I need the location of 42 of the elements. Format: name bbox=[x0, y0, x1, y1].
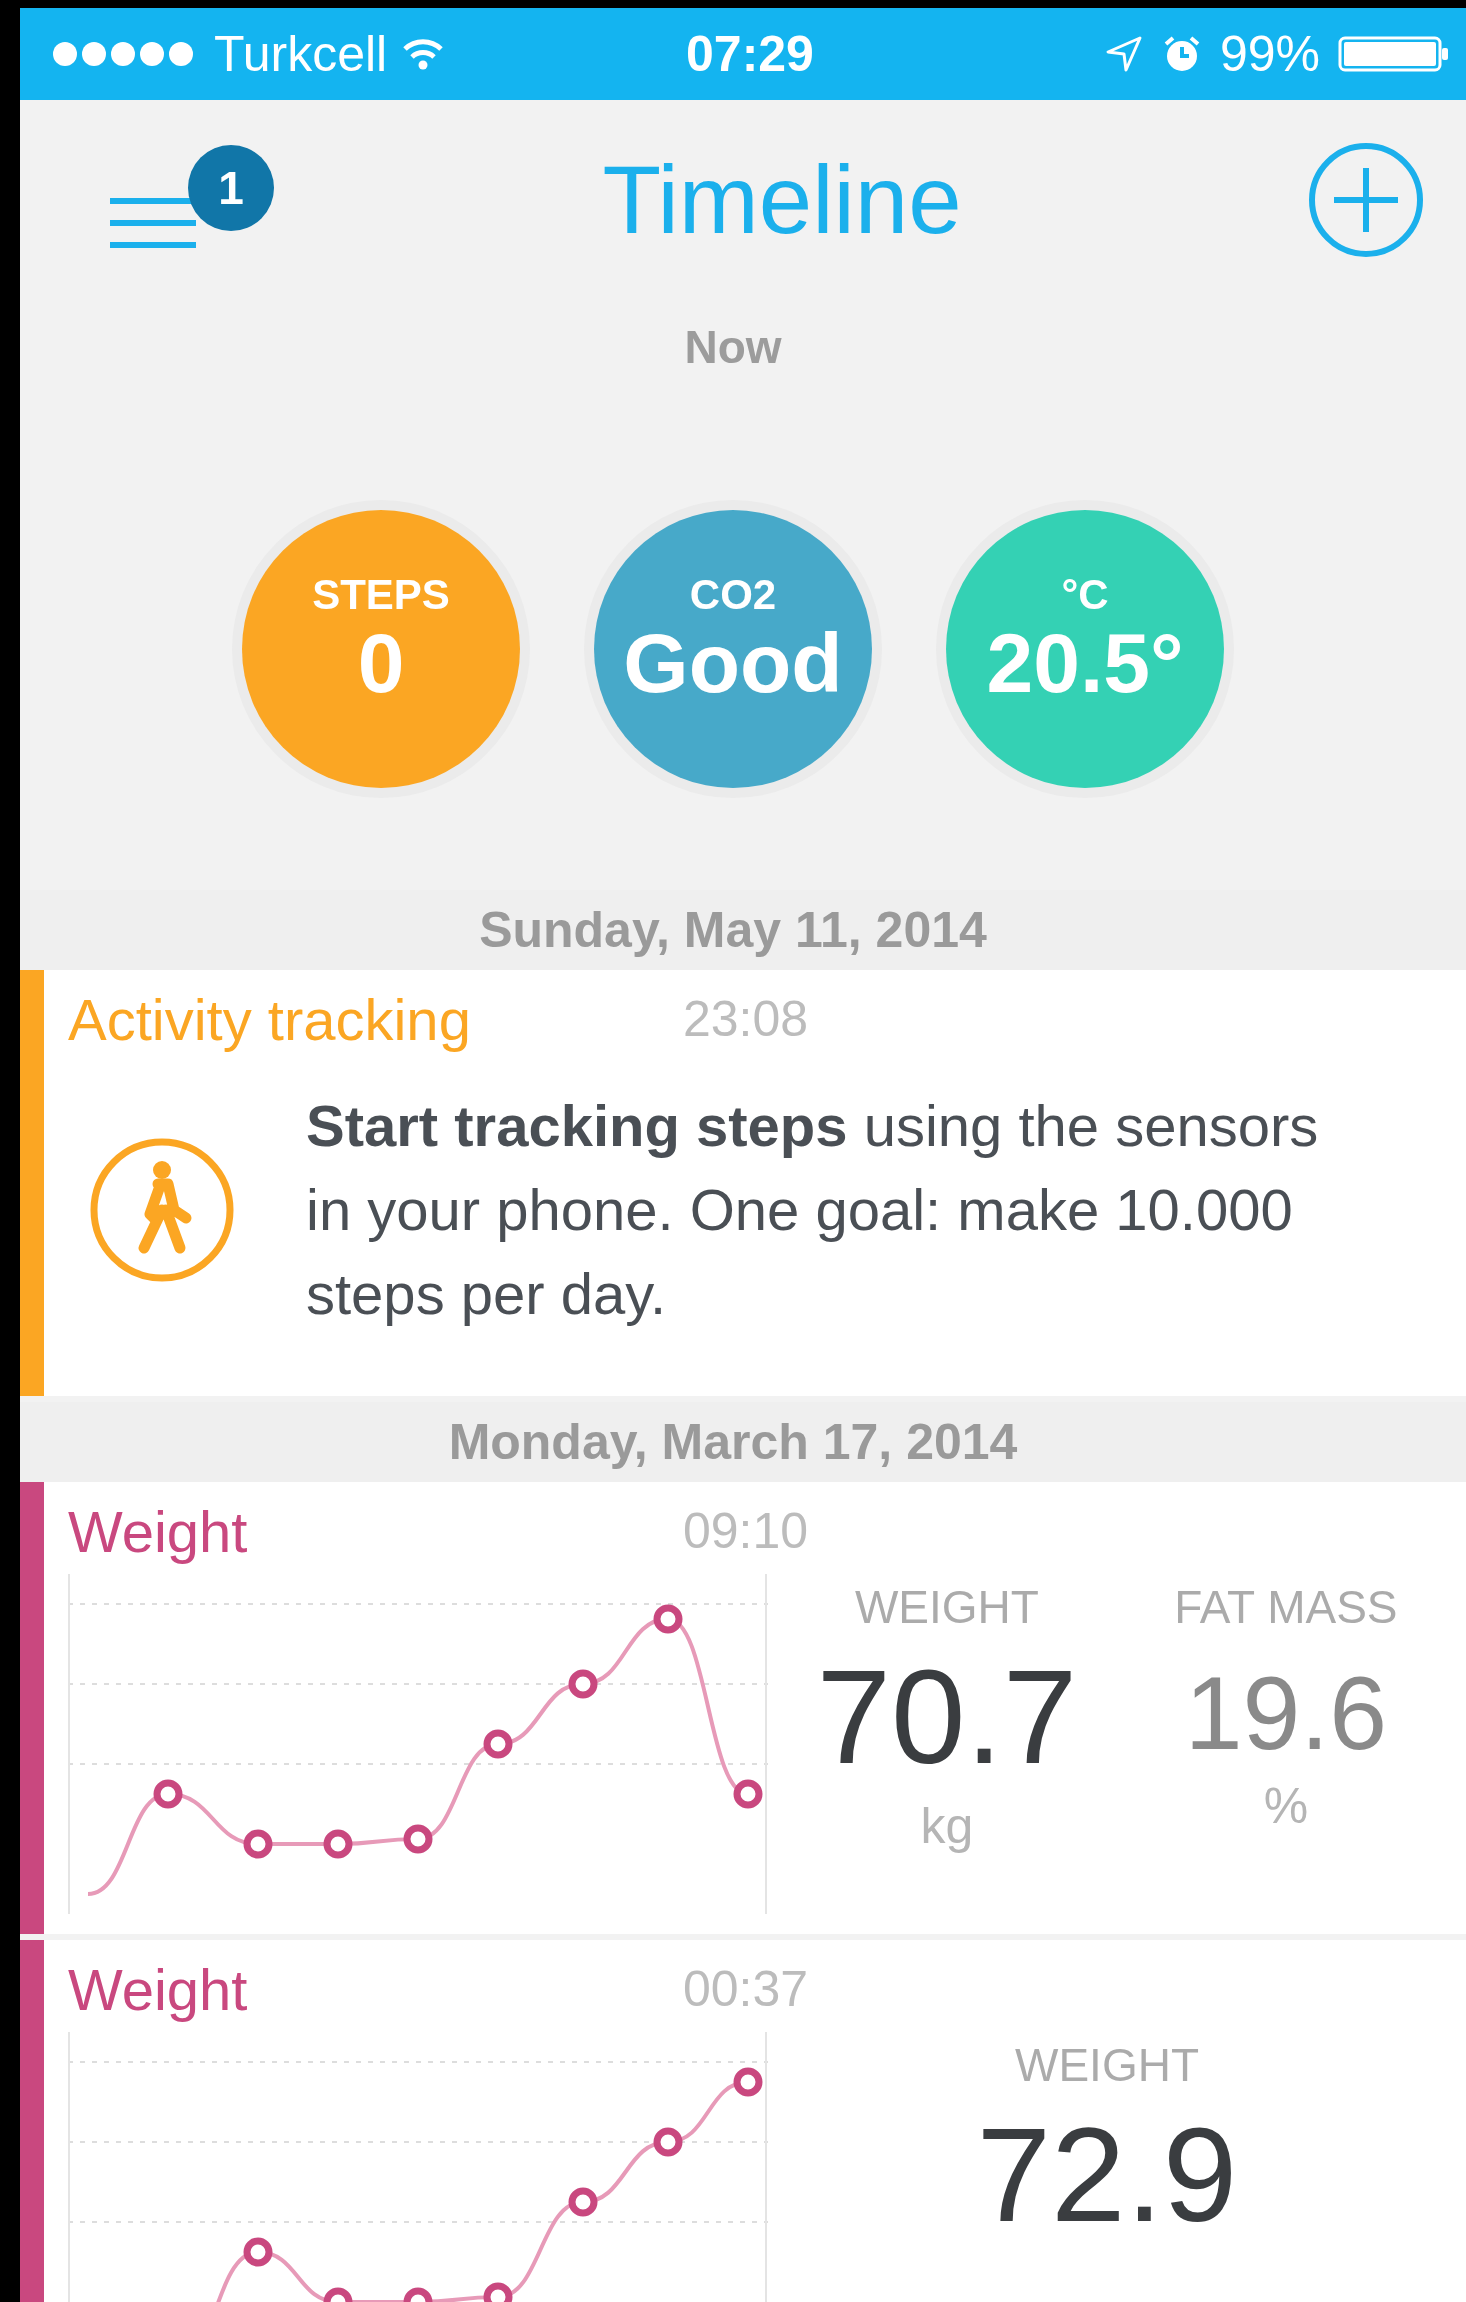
stat-label: WEIGHT bbox=[854, 1580, 1039, 1634]
card-time: 23:08 bbox=[683, 990, 809, 1048]
data-point bbox=[243, 2237, 273, 2267]
card-time: 00:37 bbox=[683, 1960, 809, 2018]
data-point bbox=[568, 1669, 598, 1699]
data-point bbox=[323, 1829, 353, 1859]
status-time: 07:29 bbox=[686, 25, 814, 83]
carrier-name: Turkcell bbox=[214, 25, 388, 83]
battery-percent: 99% bbox=[1219, 25, 1320, 83]
notification-badge: 1 bbox=[188, 145, 274, 231]
card-title: Activity tracking bbox=[68, 985, 472, 1053]
data-point bbox=[733, 2067, 763, 2097]
battery-icon bbox=[1338, 34, 1450, 74]
page-title: Timeline bbox=[602, 145, 962, 255]
now-label: Now bbox=[683, 320, 783, 375]
card-title: Weight bbox=[68, 1497, 249, 1565]
data-point bbox=[568, 2187, 598, 2217]
stat-value: 70.7 bbox=[816, 1641, 1078, 1793]
stat-label: FAT MASS bbox=[1174, 1580, 1398, 1634]
data-point bbox=[653, 2127, 683, 2157]
data-point bbox=[733, 1779, 763, 1809]
timeline-card[interactable]: Weight 00:37 WEIGHT 72.9 bbox=[20, 1940, 1466, 2302]
data-point bbox=[483, 1729, 513, 1759]
data-point bbox=[653, 1604, 683, 1634]
stat-label: WEIGHT bbox=[1015, 2038, 1199, 2092]
data-point bbox=[403, 2287, 433, 2302]
walking-person-icon bbox=[88, 1136, 236, 1284]
menu-button[interactable]: 1 bbox=[108, 145, 278, 255]
data-point bbox=[323, 2287, 353, 2302]
data-point bbox=[153, 1779, 183, 1809]
card-time: 09:10 bbox=[683, 1502, 809, 1560]
card-title: Weight bbox=[68, 1955, 249, 2023]
add-icon bbox=[1306, 140, 1426, 260]
stat-value: 72.9 bbox=[976, 2099, 1238, 2251]
data-point bbox=[243, 1829, 273, 1859]
data-point bbox=[403, 1824, 433, 1854]
stat-unit: kg bbox=[920, 1797, 974, 1855]
stat-value: 19.6 bbox=[1184, 1654, 1388, 1773]
stat-unit: % bbox=[1263, 1777, 1309, 1835]
add-button[interactable] bbox=[1306, 140, 1426, 260]
activity-description: Start tracking steps using the sensors in your phone. One goal: make 10.000 steps per day. bbox=[306, 1092, 1320, 1328]
data-point bbox=[483, 2282, 513, 2302]
